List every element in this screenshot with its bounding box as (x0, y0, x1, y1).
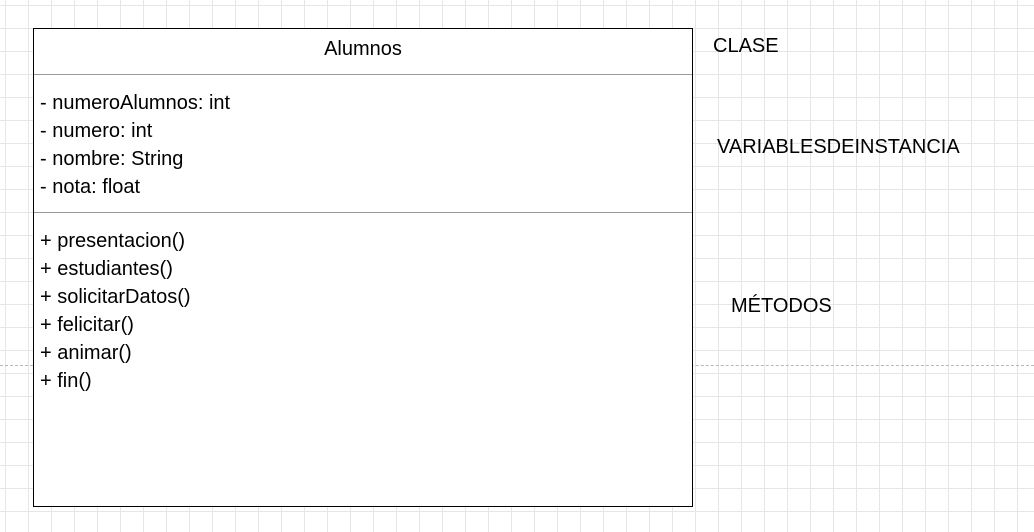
attribute-item[interactable]: - nombre: String (40, 145, 230, 173)
method-item[interactable]: + felicitar() (40, 311, 191, 339)
label-metodos[interactable]: MÉTODOS (731, 294, 832, 318)
class-name[interactable]: Alumnos (34, 29, 692, 75)
method-item[interactable]: + animar() (40, 339, 191, 367)
method-item[interactable]: + fin() (40, 367, 191, 395)
attribute-list: - numeroAlumnos: int - numero: int - nom… (40, 89, 230, 201)
attribute-item[interactable]: - nota: float (40, 173, 230, 201)
label-variables-de-instancia[interactable]: VARIABLESDEINSTANCIA (717, 135, 960, 159)
method-list: + presentacion() + estudiantes() + solic… (40, 227, 191, 395)
method-item[interactable]: + estudiantes() (40, 255, 191, 283)
attribute-item[interactable]: - numero: int (40, 117, 230, 145)
method-item[interactable]: + presentacion() (40, 227, 191, 255)
uml-class-box[interactable]: Alumnos - numeroAlumnos: int - numero: i… (33, 28, 693, 507)
label-clase[interactable]: CLASE (713, 34, 779, 58)
attribute-item[interactable]: - numeroAlumnos: int (40, 89, 230, 117)
header-divider (34, 74, 692, 75)
method-item[interactable]: + solicitarDatos() (40, 283, 191, 311)
attributes-divider (34, 212, 692, 213)
